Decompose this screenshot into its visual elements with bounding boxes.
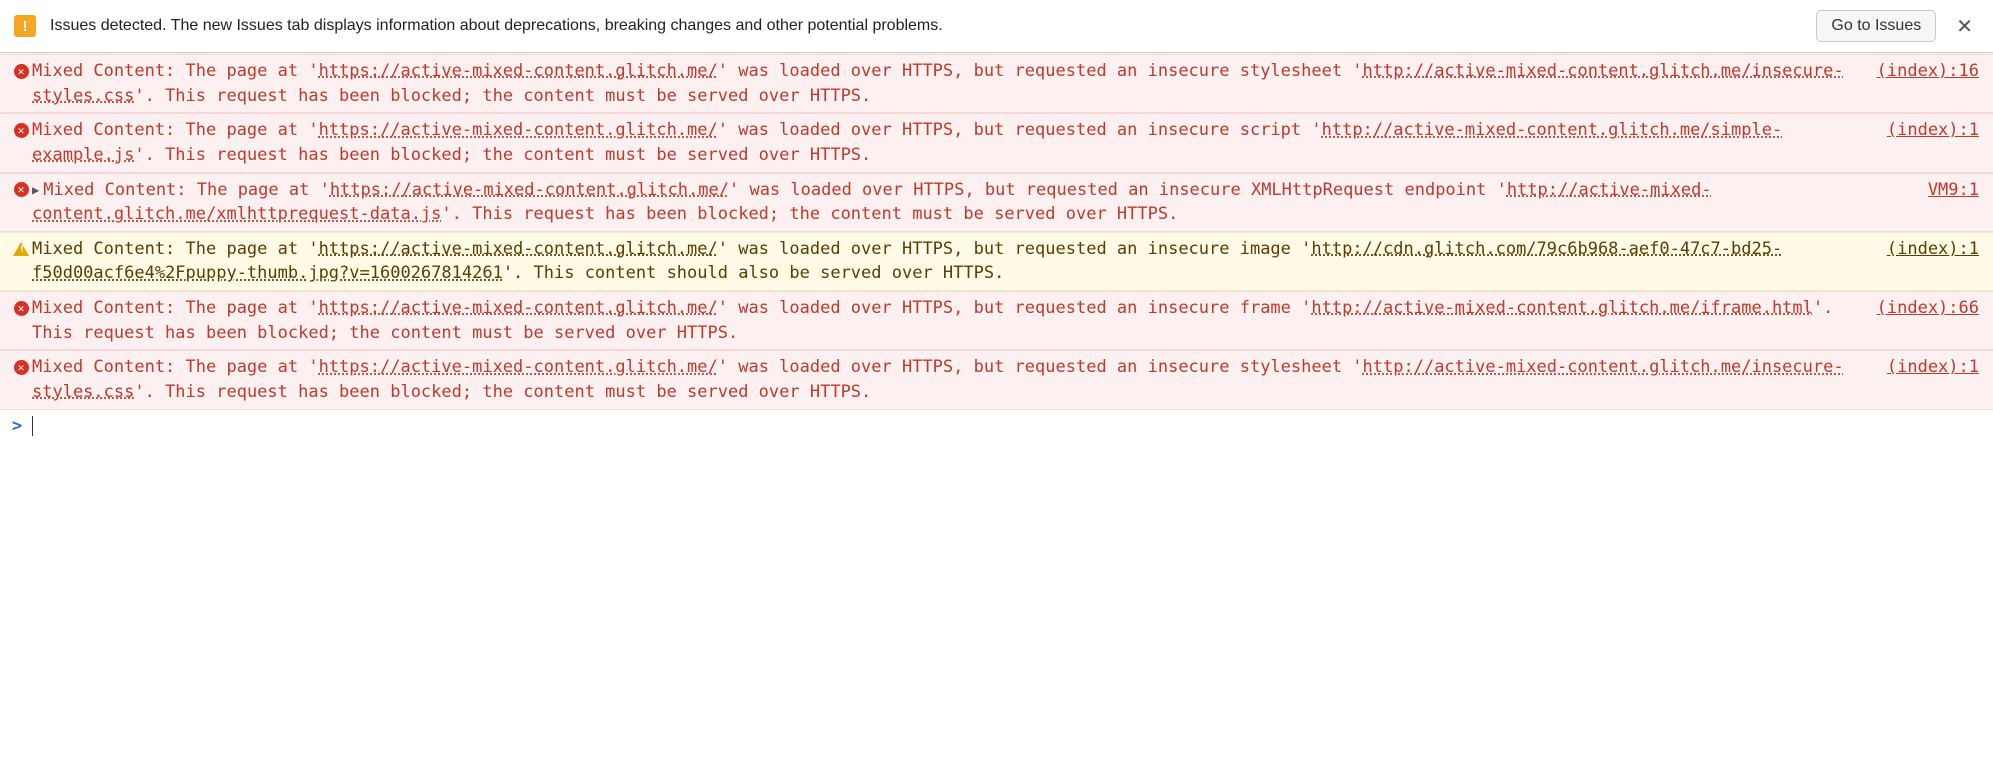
console-message: ✕Mixed Content: The page at 'https://act…: [0, 291, 1993, 350]
url-link[interactable]: https://active-mixed-content.glitch.me/: [319, 357, 718, 377]
expand-toggle-icon[interactable]: ▶: [32, 182, 39, 199]
message-text: ▶Mixed Content: The page at 'https://act…: [32, 178, 1928, 227]
url-link[interactable]: https://active-mixed-content.glitch.me/: [319, 120, 718, 140]
console-output: ✕Mixed Content: The page at 'https://act…: [0, 53, 1993, 410]
text-cursor: [32, 416, 33, 436]
error-icon: ✕: [10, 180, 32, 200]
message-text: Mixed Content: The page at 'https://acti…: [32, 59, 1877, 108]
issues-text: Issues detected. The new Issues tab disp…: [50, 17, 1802, 35]
console-message: ✕Mixed Content: The page at 'https://act…: [0, 113, 1993, 172]
error-icon: ✕: [10, 357, 32, 377]
source-link[interactable]: (index):16: [1877, 59, 1979, 84]
error-icon: ✕: [10, 298, 32, 318]
url-link[interactable]: https://active-mixed-content.glitch.me/: [330, 180, 729, 200]
url-link[interactable]: http://active-mixed-content.glitch.me/if…: [1311, 298, 1813, 318]
url-link[interactable]: https://active-mixed-content.glitch.me/: [319, 61, 718, 81]
go-to-issues-button[interactable]: Go to Issues: [1816, 10, 1936, 42]
source-link[interactable]: (index):1: [1887, 237, 1979, 262]
console-message: ✕Mixed Content: The page at 'https://act…: [0, 54, 1993, 113]
message-text: Mixed Content: The page at 'https://acti…: [32, 118, 1887, 167]
source-link[interactable]: (index):66: [1877, 296, 1979, 321]
url-link[interactable]: https://active-mixed-content.glitch.me/: [319, 239, 718, 259]
message-text: Mixed Content: The page at 'https://acti…: [32, 296, 1877, 345]
close-issues-icon[interactable]: ✕: [1950, 14, 1979, 39]
console-message: ✕▶Mixed Content: The page at 'https://ac…: [0, 173, 1993, 232]
url-link[interactable]: https://active-mixed-content.glitch.me/: [319, 298, 718, 318]
message-text: Mixed Content: The page at 'https://acti…: [32, 237, 1887, 286]
issues-bar: ! Issues detected. The new Issues tab di…: [0, 0, 1993, 53]
console-message: Mixed Content: The page at 'https://acti…: [0, 232, 1993, 291]
warning-icon: [10, 239, 32, 259]
error-icon: ✕: [10, 120, 32, 140]
prompt-caret-icon: >: [12, 416, 22, 436]
source-link[interactable]: (index):1: [1887, 118, 1979, 143]
message-text: Mixed Content: The page at 'https://acti…: [32, 355, 1887, 404]
error-icon: ✕: [10, 61, 32, 81]
issues-icon: !: [14, 15, 36, 37]
source-link[interactable]: (index):1: [1887, 355, 1979, 380]
source-link[interactable]: VM9:1: [1928, 178, 1979, 203]
console-prompt[interactable]: >: [0, 410, 1993, 442]
console-message: ✕Mixed Content: The page at 'https://act…: [0, 350, 1993, 409]
